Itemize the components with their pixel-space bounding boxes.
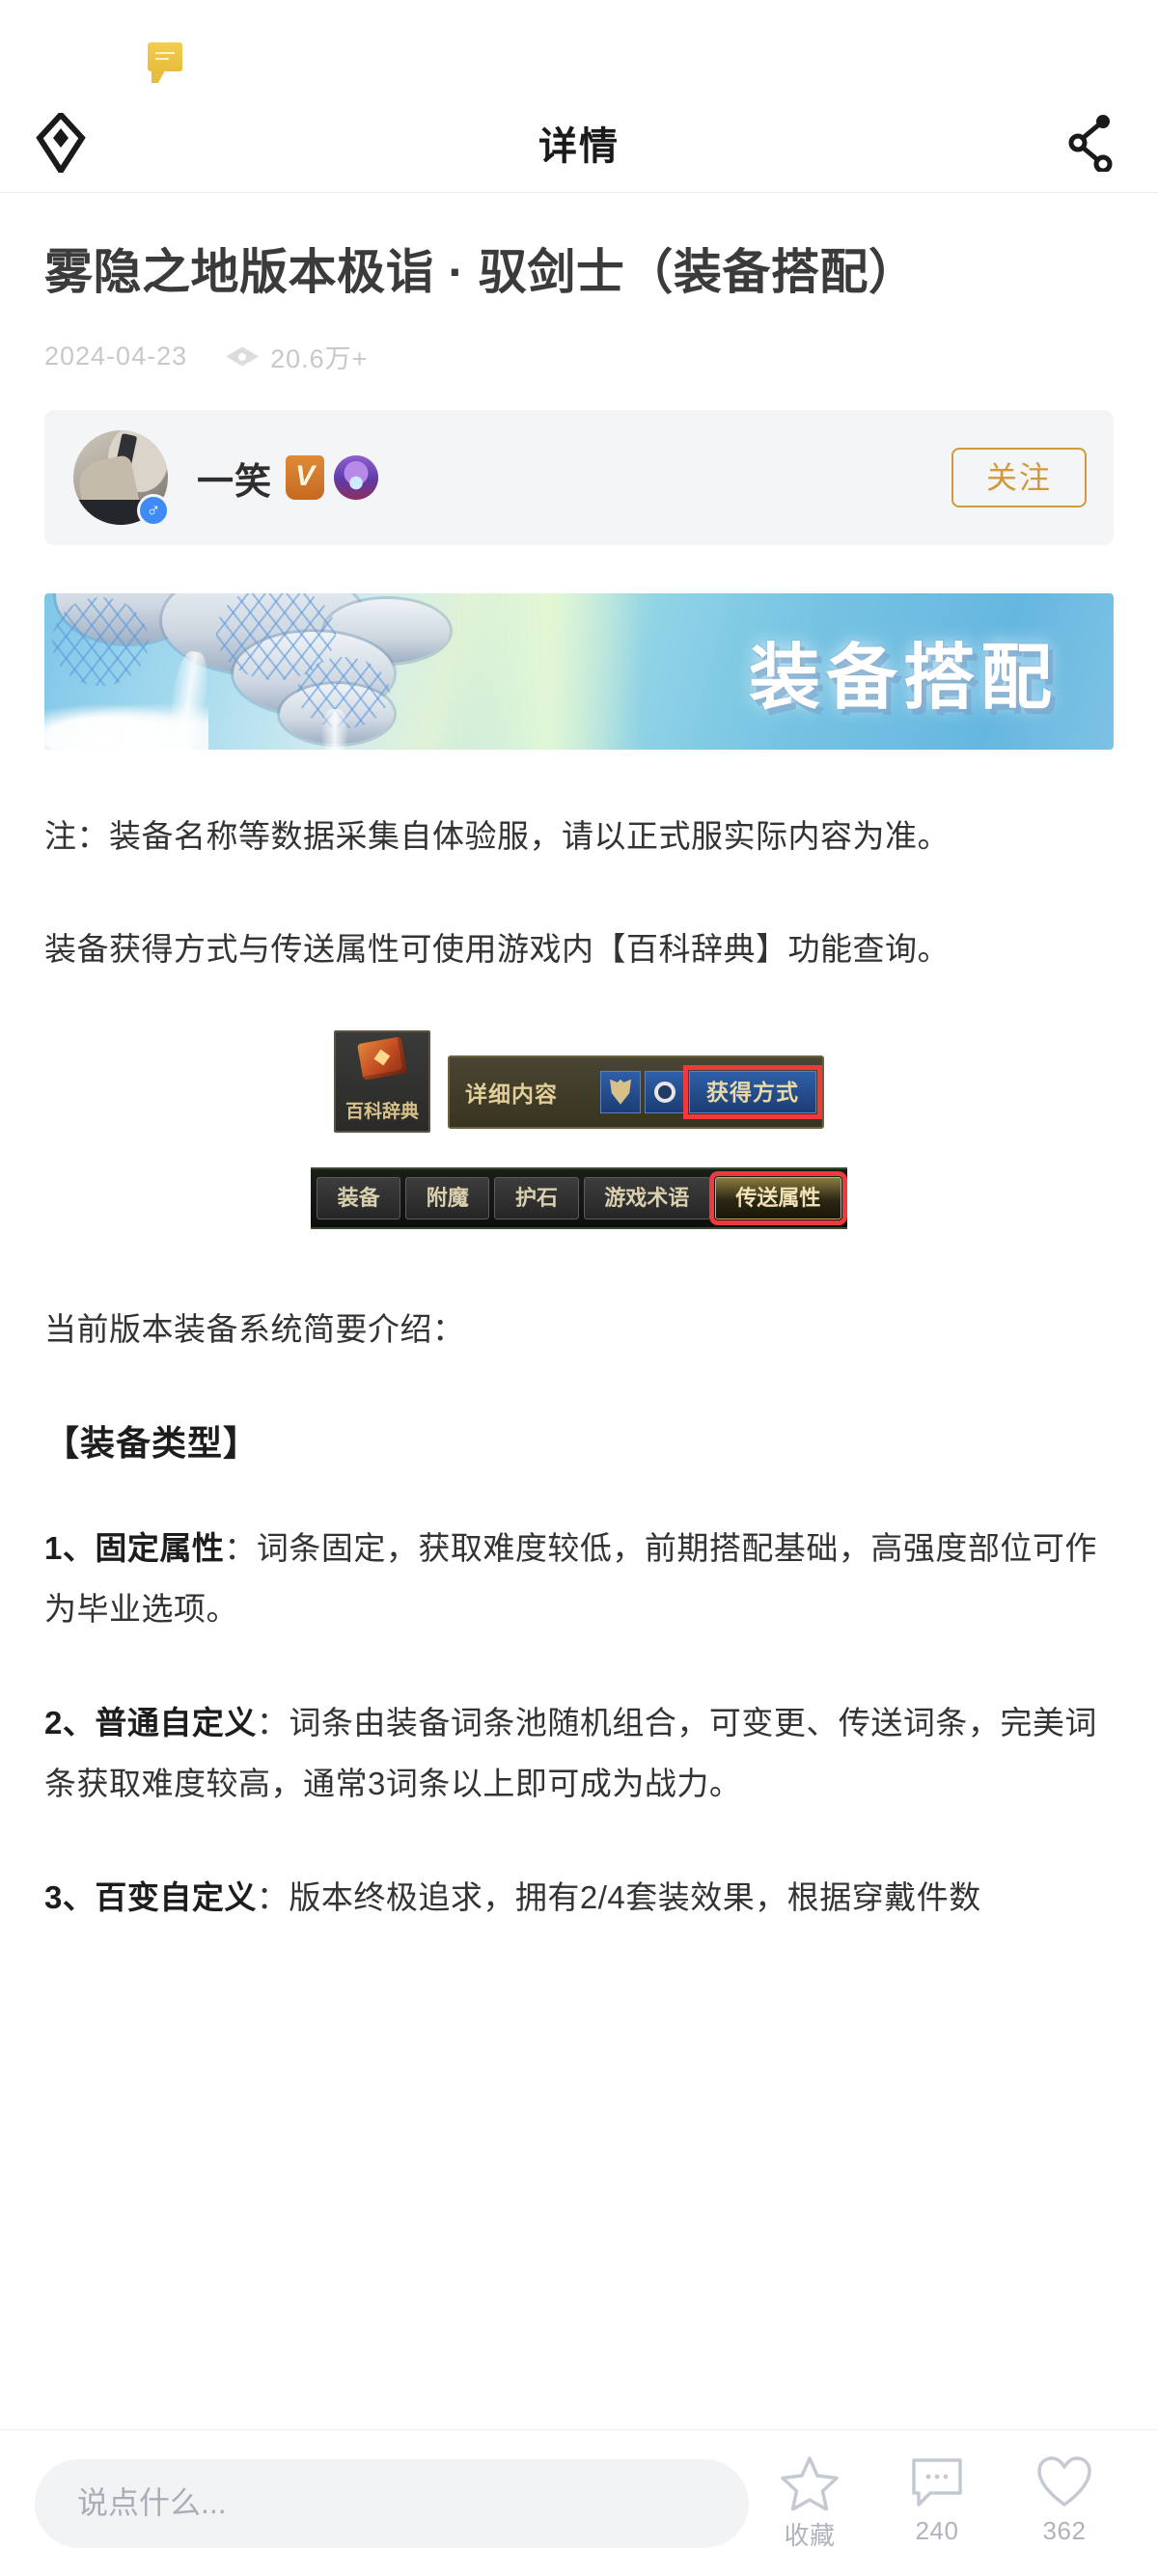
ring-icon [645,1070,685,1113]
encyclopedia-tile: 百科辞典 [334,1029,430,1133]
share-icon[interactable] [1063,113,1119,173]
encyclopedia-label: 百科辞典 [345,1101,419,1122]
male-icon: ♂ [137,494,170,527]
author-name[interactable]: 一笑 [197,452,272,505]
list-item-3: 3、百变自定义：版本终极追求，拥有2/4套装效果，根据穿戴件数 [44,1867,1114,1928]
game-tab-terms: 游戏术语 [583,1176,710,1219]
detail-panel: 详细内容 获得方式 [448,1055,824,1129]
comment-bubble-icon[interactable] [148,42,182,83]
dictionary-paragraph: 装备获得方式与传送属性可使用游戏内【百科辞典】功能查询。 [44,931,950,968]
article-title: 雾隐之地版本极诣 · 驭剑士（装备搭配） [44,245,918,299]
list-item-1-label: 1、固定属性 [44,1530,225,1567]
note-paragraph: 注：装备名称等数据采集自体验服，请以正式服实际内容为准。 [44,818,950,854]
list-item-2-label: 2、普通自定义 [44,1704,257,1740]
list-item-3-text: ：版本终极追求，拥有2/4套装效果，根据穿戴件数 [256,1878,981,1915]
back-diamond-icon[interactable] [33,112,89,174]
article-body: 雾隐之地版本极诣 · 驭剑士（装备搭配） 2024-04-23 20.6万+ ♂… [0,239,1158,1928]
article-detail-screen: 详情 雾隐之地版本极诣 · 驭剑士（装备搭配） 2024-04-23 20.6万… [0,0,1158,2576]
star-icon [781,2456,839,2510]
comment-input[interactable] [35,2458,749,2548]
comment-icon [912,2458,962,2507]
section-heading-equipment-type: 【装备类型】 [44,1423,260,1464]
view-count: 20.6万+ [226,338,368,375]
guild-emblem-icon [334,455,379,500]
comment-button[interactable]: 240 [899,2454,975,2546]
follow-button[interactable]: 关注 [951,448,1087,507]
like-count: 362 [1042,2516,1087,2545]
armor-icon [600,1070,641,1113]
get-method-button: 获得方式 [683,1064,822,1119]
avatar[interactable]: ♂ [73,430,170,527]
article-banner-image: 装备搭配 [44,593,1114,750]
book-icon [357,1036,407,1081]
banner-title: 装备搭配 [749,636,1058,720]
game-tab-equipment: 装备 [317,1176,401,1219]
page-title: 详情 [538,124,620,168]
publish-date: 2024-04-23 [44,342,188,370]
heart-icon [1037,2456,1091,2507]
status-bar [0,0,1158,93]
detail-panel-title: 详细内容 [465,1081,558,1107]
author-card[interactable]: ♂ 一笑 V 关注 [44,410,1114,545]
view-count-value: 20.6万+ [270,344,369,373]
favorite-button[interactable]: 收藏 [772,2454,847,2552]
action-group: 收藏 240 362 [772,2454,1123,2552]
game-tab-transfer-attribute: 传送属性 [708,1170,848,1225]
bottom-action-bar: 收藏 240 362 [0,2429,1158,2576]
game-tab-rune: 护石 [494,1176,579,1219]
list-item-2: 2、普通自定义：词条由装备词条池随机组合，可变更、传送词条，完美词条获取难度较高… [44,1692,1114,1815]
intro-paragraph: 当前版本装备系统简要介绍： [44,1310,465,1347]
detail-panel-icons: 获得方式 [600,1064,822,1119]
comment-count: 240 [915,2516,959,2545]
figure-tabbar: 装备 附魔 护石 游戏术语 传送属性 [44,1166,1114,1229]
list-item-3-label: 3、百变自定义 [44,1878,257,1915]
game-tabbar: 装备 附魔 护石 游戏术语 传送属性 [311,1166,848,1229]
article-meta: 2024-04-23 20.6万+ [44,338,1114,375]
list-item-1: 1、固定属性：词条固定，获取难度较低，前期搭配基础，高强度部位可作为毕业选项。 [44,1518,1114,1640]
eye-icon [226,347,259,367]
favorite-label: 收藏 [784,2521,836,2550]
game-tab-enchant: 附魔 [405,1176,490,1219]
figure-encyclopedia: 百科辞典 详细内容 获得方式 [44,1029,1114,1133]
verified-v-icon: V [286,455,325,500]
like-button[interactable]: 362 [1027,2454,1102,2546]
navbar: 详情 [0,93,1158,193]
